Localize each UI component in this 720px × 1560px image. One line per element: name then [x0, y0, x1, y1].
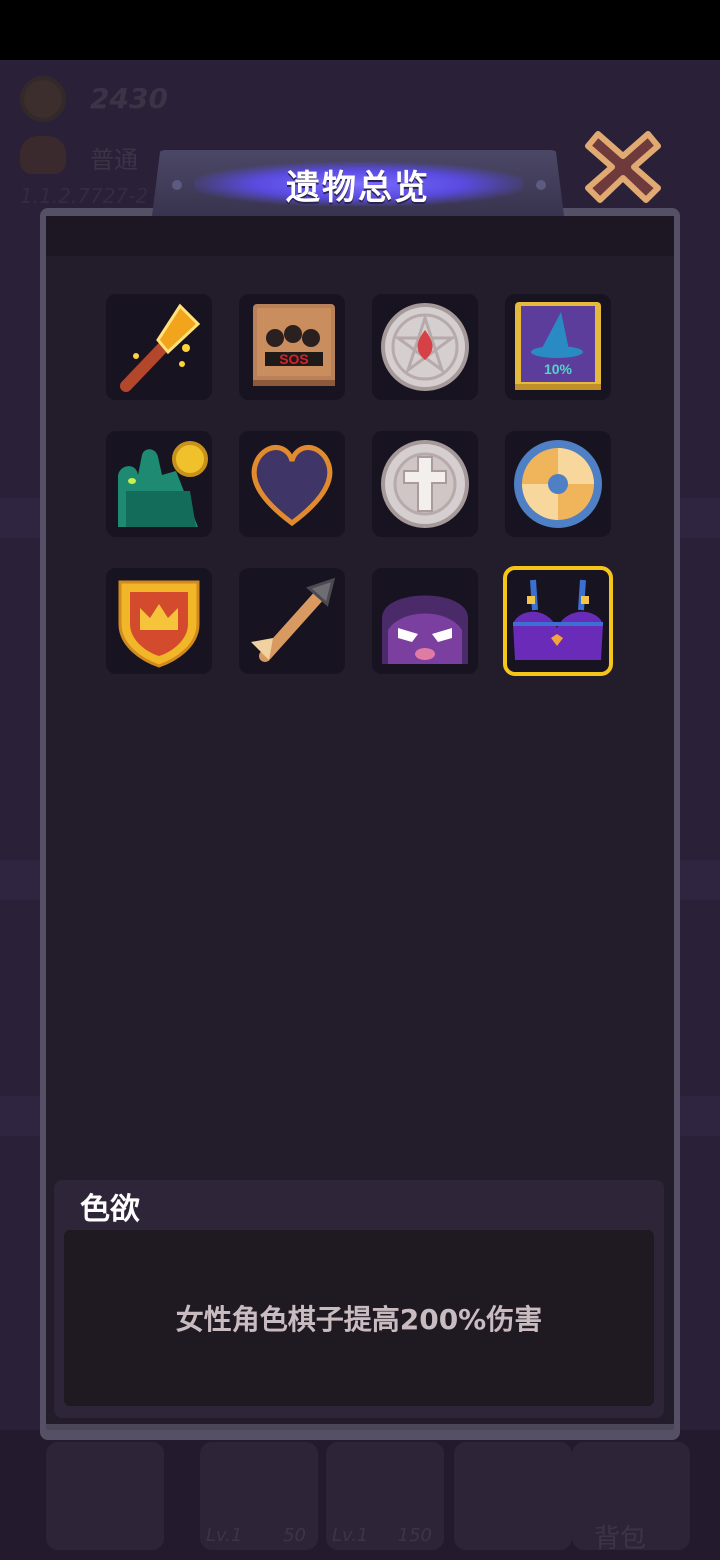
relic-slot[interactable] — [106, 568, 212, 674]
relic-slot[interactable] — [106, 431, 212, 537]
panel-footer-strip — [46, 1424, 674, 1430]
pentagram-blood-coin-icon — [381, 303, 469, 391]
purple-bra-icon — [513, 579, 603, 660]
relic-slot[interactable] — [239, 568, 345, 674]
sos-book-icon: SOS — [253, 304, 335, 386]
zombie-hand-coin-icon — [118, 441, 208, 527]
relic-slot[interactable]: 10% — [505, 294, 611, 400]
relic-slot[interactable] — [372, 568, 478, 674]
stone-arrow-icon — [251, 577, 336, 662]
relic-description: 女性角色棋子提高200%伤害 — [175, 1303, 543, 1336]
character-level: Lv.1 — [332, 1525, 369, 1546]
empty-card-slot — [454, 1442, 572, 1550]
wizard-hat-tome-icon: 10% — [515, 302, 601, 390]
character-level: Lv.1 — [206, 1525, 243, 1546]
bag-label: 背包 — [594, 1524, 647, 1554]
close-x-icon — [585, 131, 661, 203]
svg-text:SOS: SOS — [279, 351, 309, 367]
relic-slot[interactable] — [239, 431, 345, 537]
flame-spear-icon — [120, 303, 201, 392]
cross-coin-icon — [381, 440, 469, 528]
close-button[interactable] — [584, 128, 662, 206]
difficulty-label: 普通 — [90, 146, 138, 174]
purple-heart-icon — [251, 445, 333, 527]
relic-name: 色欲 — [80, 1192, 140, 1227]
svg-text:10%: 10% — [544, 361, 573, 377]
round-shield-icon — [514, 440, 602, 528]
difficulty-skull-icon — [20, 136, 66, 174]
relic-slot[interactable] — [106, 294, 212, 400]
gold-amount: 2430 — [90, 82, 168, 115]
relic-slot-selected[interactable] — [503, 566, 613, 676]
relic-slot[interactable]: SOS — [239, 294, 345, 400]
modal-title: 遗物总览 — [286, 168, 430, 208]
character-cost: 150 — [397, 1525, 432, 1546]
relic-slot[interactable] — [505, 431, 611, 537]
character-card[interactable]: Lv.1 150 — [326, 1442, 444, 1550]
panel-header-strip — [46, 216, 674, 256]
character-cost: 50 — [283, 1525, 306, 1546]
status-bar — [0, 0, 720, 60]
relic-slot[interactable] — [372, 431, 478, 537]
crown-shield-icon — [118, 580, 200, 668]
character-card[interactable]: Lv.1 50 — [200, 1442, 318, 1550]
hero-portrait-card — [46, 1442, 164, 1550]
version-label: 1.1.2.7727-2 — [20, 184, 149, 208]
angry-hood-icon — [382, 595, 468, 664]
gold-coin-icon — [20, 76, 66, 122]
relic-slot[interactable] — [372, 294, 478, 400]
